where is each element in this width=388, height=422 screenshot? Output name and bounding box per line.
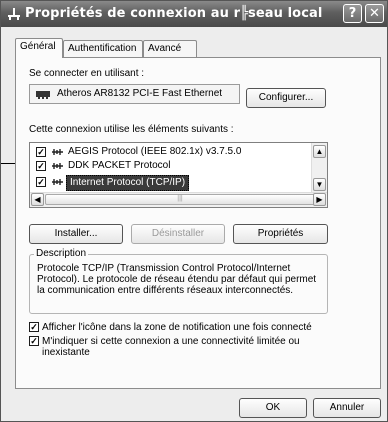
protocol-icon (52, 163, 63, 169)
tab-advanced[interactable]: Avancé (143, 40, 197, 57)
cancel-button[interactable]: Annuler (313, 398, 381, 418)
scroll-up-button[interactable]: ▲ (313, 145, 326, 158)
list-item-selected[interactable]: ✓ Internet Protocol (TCP/IP) (30, 175, 312, 191)
uninstall-button: Désinstaller (131, 224, 225, 244)
list-item-label: Internet Protocol (TCP/IP) (66, 175, 190, 191)
callout-line (1, 163, 15, 164)
description-text: Protocole TCP/IP (Transmission Control P… (37, 263, 317, 296)
scroll-thumb[interactable]: ||| (45, 194, 315, 205)
scroll-right-button[interactable]: ▶ (313, 193, 326, 206)
list-item-checkbox[interactable]: ✓ (36, 161, 46, 171)
network-adapter-icon (36, 91, 50, 99)
protocol-icon (52, 179, 63, 185)
properties-button[interactable]: Propriétés (233, 224, 328, 244)
limited-connectivity-checkbox[interactable]: ✓ (29, 336, 39, 346)
description-group: Description Protocole TCP/IP (Transmissi… (29, 248, 328, 314)
scroll-down-button[interactable]: ▼ (313, 178, 326, 191)
general-tab-panel: Se connecter en utilisant : Atheros AR81… (15, 57, 381, 389)
list-item-label: AEGIS Protocol (IEEE 802.1x) v3.7.5.0 (68, 146, 242, 157)
notification-icon-label: Afficher l'icône dans la zone de notific… (42, 322, 312, 333)
vertical-scrollbar[interactable]: ▲ ▼ (311, 143, 327, 193)
list-item-checkbox[interactable]: ✓ (36, 177, 46, 187)
tab-authentication[interactable]: Authentification (63, 40, 143, 57)
window-title: Propriétés de connexion au r╠seau local (25, 6, 323, 21)
configure-button[interactable]: Configurer... (246, 88, 326, 108)
list-item-label: DDK PACKET Protocol (68, 160, 171, 171)
components-label: Cette connexion utilise les éléments sui… (29, 124, 234, 135)
install-button[interactable]: Installer... (29, 224, 123, 244)
adapter-field: Atheros AR8132 PCI-E Fast Ethernet (29, 84, 240, 104)
ok-button[interactable]: OK (239, 398, 307, 418)
description-legend: Description (34, 248, 89, 259)
notification-icon-checkbox[interactable]: ✓ (29, 322, 39, 332)
connect-using-label: Se connecter en utilisant : (29, 68, 145, 79)
adapter-name: Atheros AR8132 PCI-E Fast Ethernet (57, 88, 223, 99)
scroll-left-button[interactable]: ◀ (31, 193, 44, 206)
list-item-checkbox[interactable]: ✓ (36, 147, 46, 157)
network-connection-icon (8, 8, 20, 20)
properties-dialog: Propriétés de connexion au r╠seau local … (0, 0, 388, 422)
list-item[interactable]: ✓ AEGIS Protocol (IEEE 802.1x) v3.7.5.0 (30, 145, 312, 159)
list-item[interactable]: ✓ DDK PACKET Protocol (30, 159, 312, 173)
components-list[interactable]: ✓ AEGIS Protocol (IEEE 802.1x) v3.7.5.0 … (29, 142, 328, 208)
close-button[interactable]: ✕ (365, 4, 384, 23)
horizontal-scrollbar[interactable]: ◀ ||| ▶ (30, 192, 327, 207)
protocol-icon (52, 149, 63, 155)
tab-general[interactable]: Général (15, 38, 63, 58)
title-bar[interactable]: Propriétés de connexion au r╠seau local … (1, 1, 387, 27)
limited-connectivity-label: M'indiquer si cette connexion a une conn… (42, 336, 300, 358)
help-button[interactable]: ? (343, 4, 362, 23)
